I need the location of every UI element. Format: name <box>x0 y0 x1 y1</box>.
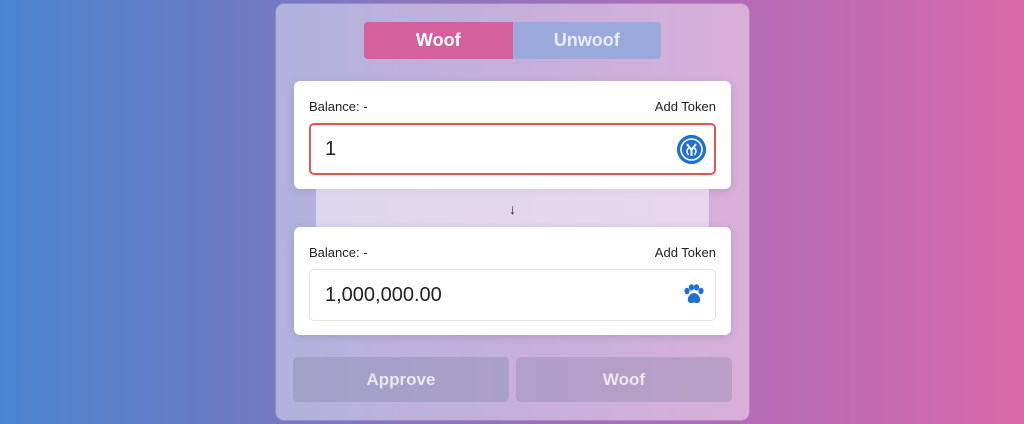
swap-panel: Woof Unwoof Balance: - Add Token ↓ <box>276 4 749 420</box>
from-balance: Balance: - <box>309 99 368 114</box>
tab-unwoof[interactable]: Unwoof <box>512 22 661 59</box>
tab-woof[interactable]: Woof <box>364 22 513 59</box>
from-card-header: Balance: - Add Token <box>309 99 716 114</box>
to-add-token-link[interactable]: Add Token <box>655 245 716 260</box>
to-amount-input[interactable] <box>325 283 681 307</box>
paw-icon <box>681 282 707 308</box>
to-card-header: Balance: - Add Token <box>309 245 716 260</box>
from-amount-input[interactable] <box>325 137 677 161</box>
yearn-token-icon <box>677 134 706 164</box>
woof-button[interactable]: Woof <box>516 357 732 402</box>
from-card: Balance: - Add Token <box>294 81 731 189</box>
to-amount-field <box>309 269 716 321</box>
mode-toggle: Woof Unwoof <box>364 22 661 59</box>
to-card: Balance: - Add Token <box>294 227 731 335</box>
swap-direction: ↓ <box>316 189 709 229</box>
approve-button[interactable]: Approve <box>293 357 509 402</box>
from-add-token-link[interactable]: Add Token <box>655 99 716 114</box>
arrow-down-icon: ↓ <box>509 201 516 217</box>
from-amount-field <box>309 123 716 175</box>
to-balance: Balance: - <box>309 245 368 260</box>
